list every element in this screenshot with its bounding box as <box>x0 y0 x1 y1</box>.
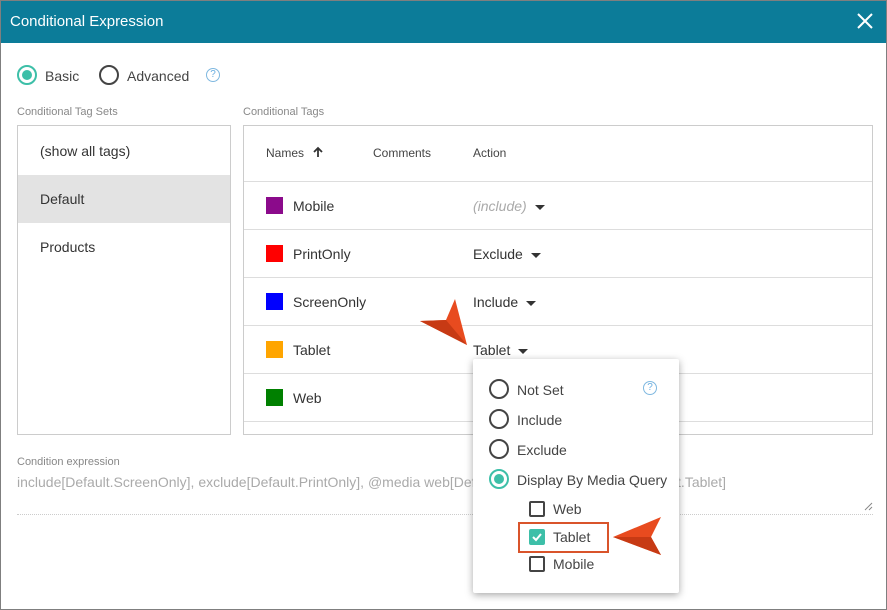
help-icon[interactable]: ? <box>206 68 220 82</box>
mobile-checkbox[interactable] <box>529 556 545 572</box>
basic-radio[interactable] <box>17 65 37 85</box>
tag-name: ScreenOnly <box>293 294 367 310</box>
color-swatch <box>266 293 283 310</box>
names-header-label: Names <box>266 146 305 160</box>
tag-set-item[interactable]: Default <box>18 175 230 223</box>
web-checkbox-label[interactable]: Web <box>553 501 582 517</box>
arrow-up-icon <box>313 146 323 157</box>
color-swatch <box>266 245 283 262</box>
table-row[interactable]: PrintOnly Exclude <box>244 229 872 277</box>
action-dropdown[interactable]: (include) <box>473 198 545 214</box>
action-column-header[interactable]: Action <box>473 146 506 160</box>
conditional-expression-dialog: Conditional Expression Basic Advanced ? … <box>0 0 887 610</box>
resize-handle-icon[interactable] <box>863 501 873 511</box>
include-radio[interactable] <box>489 409 509 429</box>
action-value: Exclude <box>473 246 523 262</box>
color-swatch <box>266 389 283 406</box>
action-dropdown[interactable]: Include <box>473 294 537 310</box>
tag-set-label: Default <box>40 191 85 207</box>
expression-underline <box>17 514 873 515</box>
tag-name: Web <box>293 390 322 406</box>
media-query-radio[interactable] <box>489 469 509 489</box>
exclude-label[interactable]: Exclude <box>517 442 567 458</box>
comments-column-header[interactable]: Comments <box>373 146 431 160</box>
action-value: Include <box>473 294 519 310</box>
basic-label[interactable]: Basic <box>45 68 79 84</box>
action-value: (include) <box>473 198 527 214</box>
tag-sets-title: Conditional Tag Sets <box>17 106 118 118</box>
action-dropdown[interactable]: Exclude <box>473 246 541 262</box>
caret-down-icon <box>534 204 545 210</box>
color-swatch <box>266 197 283 214</box>
condition-expression-field[interactable]: include[Default.ScreenOnly], exclude[Def… <box>17 474 873 490</box>
tag-sets-panel: (show all tags) Default Products <box>17 125 231 435</box>
callout-arrow-icon <box>613 517 661 555</box>
caret-down-icon <box>526 300 537 306</box>
include-label[interactable]: Include <box>517 412 562 428</box>
advanced-radio[interactable] <box>99 65 119 85</box>
table-row[interactable]: Mobile (include) <box>244 181 872 229</box>
tags-title: Conditional Tags <box>243 106 325 118</box>
advanced-label[interactable]: Advanced <box>127 68 189 84</box>
color-swatch <box>266 341 283 358</box>
action-dropdown[interactable]: Tablet <box>473 342 529 358</box>
caret-down-icon <box>530 252 541 258</box>
caret-down-icon <box>518 348 529 354</box>
tag-name: Tablet <box>293 342 331 358</box>
tag-name: PrintOnly <box>293 246 351 262</box>
help-icon[interactable]: ? <box>643 381 657 395</box>
web-checkbox[interactable] <box>529 501 545 517</box>
table-row[interactable]: ScreenOnly Include <box>244 277 872 325</box>
action-dropdown-menu: Not Set ? Include Exclude Display By Med… <box>473 359 679 593</box>
callout-arrow-icon <box>420 299 467 345</box>
dialog-title: Conditional Expression <box>10 13 164 30</box>
names-column-header[interactable]: Names <box>266 146 324 160</box>
exclude-radio[interactable] <box>489 439 509 459</box>
tag-set-label: (show all tags) <box>40 143 131 159</box>
tag-set-item[interactable]: (show all tags) <box>18 127 230 175</box>
tag-set-label: Products <box>40 239 96 255</box>
tag-set-item[interactable]: Products <box>18 223 230 271</box>
close-icon[interactable] <box>854 10 876 32</box>
not-set-radio[interactable] <box>489 379 509 399</box>
condition-expression-label: Condition expression <box>17 456 120 468</box>
title-bar: Conditional Expression <box>1 1 886 43</box>
media-query-label[interactable]: Display By Media Query <box>517 472 667 488</box>
action-value: Tablet <box>473 342 511 358</box>
tablet-highlight-box <box>518 522 609 553</box>
not-set-label[interactable]: Not Set <box>517 382 564 398</box>
mobile-checkbox-label[interactable]: Mobile <box>553 556 594 572</box>
tag-name: Mobile <box>293 198 335 214</box>
